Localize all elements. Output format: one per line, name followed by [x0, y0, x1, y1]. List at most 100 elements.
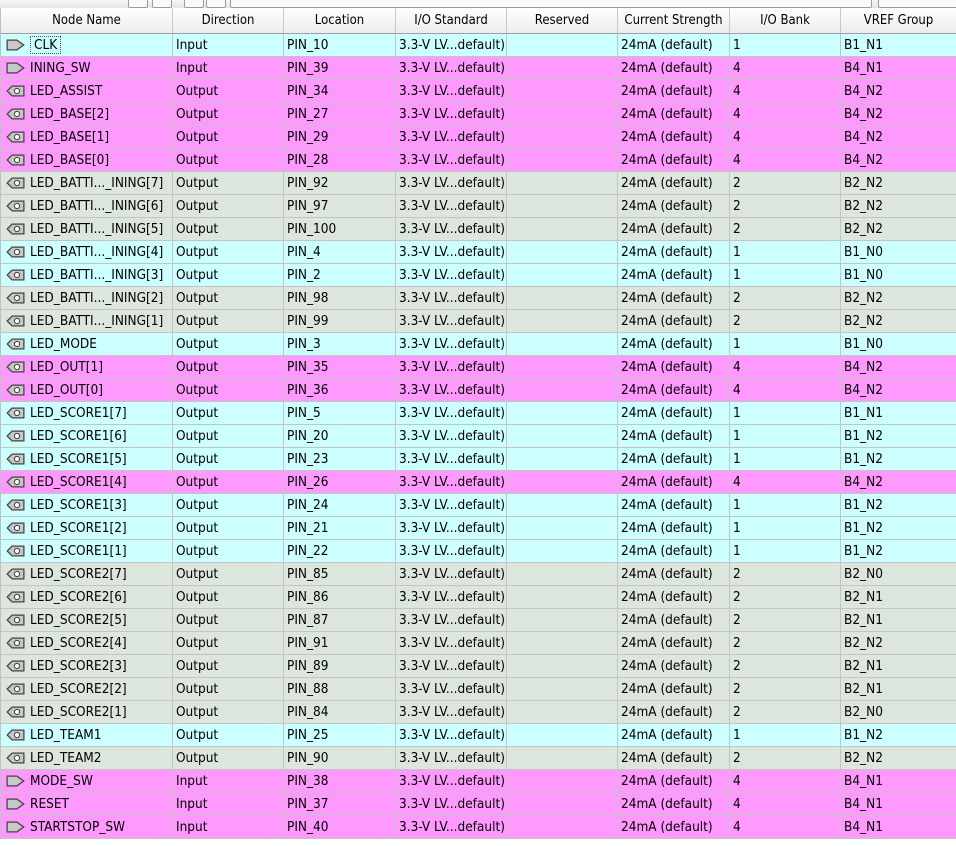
direction-cell[interactable]: Output [173, 126, 284, 149]
io-bank-cell[interactable]: 4 [730, 103, 841, 126]
direction-cell[interactable]: Output [173, 655, 284, 678]
column-header-location[interactable]: Location [284, 8, 396, 33]
current-strength-cell[interactable]: 24mA (default) [618, 57, 730, 80]
direction-cell[interactable]: Output [173, 678, 284, 701]
location-cell[interactable]: PIN_100 [284, 218, 396, 241]
vref-group-cell[interactable]: B2_N2 [841, 310, 956, 333]
node-name-cell[interactable]: LED_BASE[2] [1, 103, 173, 126]
reserved-cell[interactable] [507, 310, 618, 333]
reserved-cell[interactable] [507, 172, 618, 195]
node-name-cell[interactable]: LED_SCORE1[4] [1, 471, 173, 494]
vref-group-cell[interactable]: B4_N2 [841, 126, 956, 149]
location-cell[interactable]: PIN_99 [284, 310, 396, 333]
direction-cell[interactable]: Output [173, 172, 284, 195]
io-bank-cell[interactable]: 4 [730, 793, 841, 816]
column-header-io-standard[interactable]: I/O Standard [396, 8, 507, 33]
io-standard-cell[interactable]: 3.3-V LV...default) [396, 793, 507, 816]
reserved-cell[interactable] [507, 586, 618, 609]
reserved-cell[interactable] [507, 747, 618, 770]
io-standard-cell[interactable]: 3.3-V LV...default) [396, 517, 507, 540]
reserved-cell[interactable] [507, 793, 618, 816]
direction-cell[interactable]: Output [173, 195, 284, 218]
reserved-cell[interactable] [507, 425, 618, 448]
node-name-cell[interactable]: LED_OUT[1] [1, 356, 173, 379]
io-bank-cell[interactable]: 2 [730, 655, 841, 678]
table-row[interactable]: LED_BATTI..._INING[5] Output PIN_100 3.3-V … [1, 218, 956, 241]
node-name-cell[interactable]: LED_SCORE2[3] [1, 655, 173, 678]
toolbar-button-edge[interactable] [128, 0, 148, 8]
io-standard-cell[interactable]: 3.3-V LV...default) [396, 356, 507, 379]
node-name-cell[interactable]: LED_SCORE2[1] [1, 701, 173, 724]
reserved-cell[interactable] [507, 448, 618, 471]
io-standard-cell[interactable]: 3.3-V LV...default) [396, 425, 507, 448]
table-row[interactable]: LED_SCORE2[6] Output PIN_86 3.3-V LV...defa… [1, 586, 956, 609]
io-standard-cell[interactable]: 3.3-V LV...default) [396, 724, 507, 747]
node-name-cell[interactable]: LED_TEAM1 [1, 724, 173, 747]
current-strength-cell[interactable]: 24mA (default) [618, 356, 730, 379]
io-bank-cell[interactable]: 1 [730, 724, 841, 747]
direction-cell[interactable]: Output [173, 540, 284, 563]
io-standard-cell[interactable]: 3.3-V LV...default) [396, 747, 507, 770]
location-cell[interactable]: PIN_34 [284, 80, 396, 103]
vref-group-cell[interactable]: B2_N2 [841, 195, 956, 218]
location-cell[interactable]: PIN_2 [284, 264, 396, 287]
vref-group-cell[interactable]: B1_N1 [841, 402, 956, 425]
node-name-cell[interactable]: LED_ASSIST [1, 80, 173, 103]
table-row[interactable]: LED_SCORE2[4] Output PIN_91 3.3-V LV...defa… [1, 632, 956, 655]
io-standard-cell[interactable]: 3.3-V LV...default) [396, 632, 507, 655]
location-cell[interactable]: PIN_28 [284, 149, 396, 172]
reserved-cell[interactable] [507, 57, 618, 80]
table-row[interactable]: LED_ASSIST Output PIN_34 3.3-V LV...default… [1, 80, 956, 103]
current-strength-cell[interactable]: 24mA (default) [618, 218, 730, 241]
direction-cell[interactable]: Output [173, 517, 284, 540]
toolbar-button-edge[interactable] [184, 0, 204, 8]
vref-group-cell[interactable]: B2_N2 [841, 632, 956, 655]
location-cell[interactable]: PIN_90 [284, 747, 396, 770]
io-standard-cell[interactable]: 3.3-V LV...default) [396, 586, 507, 609]
direction-cell[interactable]: Output [173, 494, 284, 517]
table-row[interactable]: RESET Input PIN_37 3.3-V LV...default) 24mA … [1, 793, 956, 816]
current-strength-cell[interactable]: 24mA (default) [618, 149, 730, 172]
io-standard-cell[interactable]: 3.3-V LV...default) [396, 57, 507, 80]
current-strength-cell[interactable]: 24mA (default) [618, 172, 730, 195]
node-name-cell[interactable]: LED_BASE[1] [1, 126, 173, 149]
io-standard-cell[interactable]: 3.3-V LV...default) [396, 218, 507, 241]
node-name-cell[interactable]: LED_MODE [1, 333, 173, 356]
io-standard-cell[interactable]: 3.3-V LV...default) [396, 678, 507, 701]
toolbar-button-edge[interactable] [206, 0, 226, 8]
io-standard-cell[interactable]: 3.3-V LV...default) [396, 379, 507, 402]
direction-cell[interactable]: Output [173, 264, 284, 287]
node-name-cell[interactable]: RESET [1, 793, 173, 816]
location-cell[interactable]: PIN_89 [284, 655, 396, 678]
io-standard-cell[interactable]: 3.3-V LV...default) [396, 149, 507, 172]
location-cell[interactable]: PIN_29 [284, 126, 396, 149]
io-standard-cell[interactable]: 3.3-V LV...default) [396, 448, 507, 471]
location-cell[interactable]: PIN_21 [284, 517, 396, 540]
current-strength-cell[interactable]: 24mA (default) [618, 310, 730, 333]
vref-group-cell[interactable]: B1_N2 [841, 448, 956, 471]
column-header-reserved[interactable]: Reserved [507, 8, 618, 33]
node-name-cell[interactable]: LED_SCORE1[6] [1, 425, 173, 448]
table-row[interactable]: LED_SCORE1[2] Output PIN_21 3.3-V LV...defa… [1, 517, 956, 540]
current-strength-cell[interactable]: 24mA (default) [618, 448, 730, 471]
location-cell[interactable]: PIN_10 [284, 34, 396, 57]
current-strength-cell[interactable]: 24mA (default) [618, 126, 730, 149]
current-strength-cell[interactable]: 24mA (default) [618, 425, 730, 448]
location-cell[interactable]: PIN_38 [284, 770, 396, 793]
node-name-cell[interactable]: LED_SCORE1[7] [1, 402, 173, 425]
direction-cell[interactable]: Output [173, 425, 284, 448]
table-row[interactable]: LED_BASE[2] Output PIN_27 3.3-V LV...defaul… [1, 103, 956, 126]
vref-group-cell[interactable]: B2_N2 [841, 747, 956, 770]
io-standard-cell[interactable]: 3.3-V LV...default) [396, 195, 507, 218]
direction-cell[interactable]: Input [173, 770, 284, 793]
vref-group-cell[interactable]: B2_N0 [841, 563, 956, 586]
direction-cell[interactable]: Output [173, 632, 284, 655]
table-row[interactable]: LED_BATTI..._INING[7] Output PIN_92 3.3-V L… [1, 172, 956, 195]
vref-group-cell[interactable]: B2_N2 [841, 287, 956, 310]
location-cell[interactable]: PIN_4 [284, 241, 396, 264]
table-row[interactable]: LED_MODE Output PIN_3 3.3-V LV...default) 24… [1, 333, 956, 356]
io-bank-cell[interactable]: 2 [730, 609, 841, 632]
current-strength-cell[interactable]: 24mA (default) [618, 402, 730, 425]
location-cell[interactable]: PIN_84 [284, 701, 396, 724]
toolbar-button-edge[interactable] [152, 0, 172, 8]
